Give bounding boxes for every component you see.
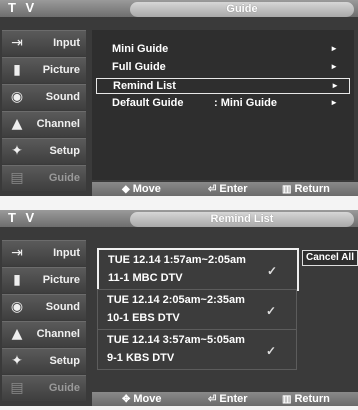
channel-icon: ▲ <box>11 116 23 132</box>
reminder-channel: 11-1 MBC DTV <box>108 272 183 284</box>
sidebar-item-label: Setup <box>49 145 80 157</box>
sidebar-item-label: Setup <box>49 355 80 367</box>
menu-item-remind-list[interactable]: Remind List ► <box>96 78 350 94</box>
guide-icon: ▤ <box>10 380 24 396</box>
menu-item-default-guide[interactable]: Default Guide : Mini Guide ► <box>96 96 348 110</box>
tv-label: T V <box>8 0 38 15</box>
bottom-bar: ◆ Move ⏎ Enter ▥ Return <box>92 182 358 196</box>
tv-label: T V <box>8 210 38 225</box>
sidebar-item-picture[interactable]: ▮ Picture <box>2 57 86 83</box>
enter-label: Enter <box>219 183 248 195</box>
sidebar-item-label: Guide <box>48 382 80 394</box>
sidebar-item-guide[interactable]: ▤ Guide <box>2 165 86 191</box>
remind-list-screen: T V Remind List ⇥ Input ▮ Picture ◉ Soun… <box>0 210 358 406</box>
enter-icon: ⏎ <box>208 393 217 405</box>
reminder-time: TUE 12.14 3:57am~5:05am <box>107 334 245 346</box>
setup-icon: ✦ <box>11 143 23 159</box>
enter-hint: ⏎ Enter <box>208 393 248 405</box>
reminder-time: TUE 12.14 1:57am~2:05am <box>108 254 246 266</box>
reminder-item[interactable]: TUE 12.14 1:57am~2:05am 11-1 MBC DTV ✓ <box>97 248 299 291</box>
sidebar-item-label: Channel <box>36 118 80 130</box>
move-hint: ✥ Move <box>122 393 162 405</box>
sidebar-item-label: Picture <box>42 64 80 76</box>
menu-title: Guide <box>130 2 354 17</box>
return-label: Return <box>294 393 330 405</box>
cancel-all-button[interactable]: Cancel All <box>302 250 358 266</box>
move-icon: ◆ <box>122 183 130 195</box>
sound-icon: ◉ <box>10 299 24 315</box>
sidebar-item-setup[interactable]: ✦ Setup <box>2 348 86 374</box>
sound-icon: ◉ <box>10 89 24 105</box>
sidebar-item-label: Sound <box>45 91 80 103</box>
sidebar-item-channel[interactable]: ▲ Channel <box>2 111 86 137</box>
return-hint: ▥ Return <box>282 393 330 405</box>
menu-item-value: : Mini Guide <box>214 97 277 109</box>
menu-item-label: Full Guide <box>112 61 166 73</box>
menu-item-label: Remind List <box>113 80 176 92</box>
sidebar-item-sound[interactable]: ◉ Sound <box>2 84 86 110</box>
sidebar-item-guide[interactable]: ▤ Guide <box>2 375 86 401</box>
sidebar-item-label: Input <box>53 37 80 49</box>
menu-item-label: Mini Guide <box>112 43 169 55</box>
check-icon: ✓ <box>265 344 276 358</box>
menu-item-mini-guide[interactable]: Mini Guide ► <box>96 42 348 56</box>
bottom-bar: ✥ Move ⏎ Enter ▥ Return <box>92 392 358 406</box>
arrow-right-icon: ► <box>330 44 338 53</box>
reminder-item[interactable]: TUE 12.14 2:05am~2:35am 10-1 EBS DTV ✓ <box>97 289 297 330</box>
top-bar: T V Guide <box>0 0 358 17</box>
return-label: Return <box>294 183 330 195</box>
sidebar-item-label: Sound <box>45 301 80 313</box>
sidebar: ⇥ Input ▮ Picture ◉ Sound ▲ Channel ✦ Se… <box>0 30 86 192</box>
input-icon: ⇥ <box>11 35 23 51</box>
picture-icon: ▮ <box>13 62 21 78</box>
arrow-right-icon: ► <box>331 81 339 90</box>
enter-icon: ⏎ <box>208 183 217 195</box>
reminder-channel: 9-1 KBS DTV <box>107 352 175 364</box>
sidebar-item-label: Channel <box>36 328 80 340</box>
move-label: Move <box>133 393 162 405</box>
menu-item-full-guide[interactable]: Full Guide ► <box>96 60 348 74</box>
move-label: Move <box>132 183 161 195</box>
picture-icon: ▮ <box>13 272 21 288</box>
setup-icon: ✦ <box>11 353 23 369</box>
move-hint: ◆ Move <box>122 183 161 195</box>
reminder-item[interactable]: TUE 12.14 3:57am~5:05am 9-1 KBS DTV ✓ <box>97 329 297 370</box>
top-bar: T V Remind List <box>0 210 358 227</box>
menu-title: Remind List <box>130 212 354 227</box>
return-icon: ▥ <box>282 183 292 195</box>
arrow-right-icon: ► <box>330 98 338 107</box>
move-icon: ✥ <box>122 393 131 405</box>
check-icon: ✓ <box>265 304 276 318</box>
sidebar-item-sound[interactable]: ◉ Sound <box>2 294 86 320</box>
check-icon: ✓ <box>266 264 277 278</box>
sidebar-item-label: Picture <box>42 274 80 286</box>
sidebar-item-input[interactable]: ⇥ Input <box>2 240 86 266</box>
sidebar-item-channel[interactable]: ▲ Channel <box>2 321 86 347</box>
sidebar-item-input[interactable]: ⇥ Input <box>2 30 86 56</box>
menu-item-label: Default Guide <box>112 97 184 109</box>
return-icon: ▥ <box>282 393 292 405</box>
enter-hint: ⏎ Enter <box>208 183 248 195</box>
sidebar-item-label: Guide <box>48 172 80 184</box>
enter-label: Enter <box>219 393 248 405</box>
sidebar-item-picture[interactable]: ▮ Picture <box>2 267 86 293</box>
guide-screen: T V Guide ⇥ Input ▮ Picture ◉ Sound ▲ Ch… <box>0 0 358 196</box>
input-icon: ⇥ <box>11 245 23 261</box>
sidebar-item-setup[interactable]: ✦ Setup <box>2 138 86 164</box>
reminder-channel: 10-1 EBS DTV <box>107 312 180 324</box>
arrow-right-icon: ► <box>330 62 338 71</box>
guide-menu-panel: Mini Guide ► Full Guide ► Remind List ► … <box>92 30 354 180</box>
guide-icon: ▤ <box>10 170 24 186</box>
sidebar-item-label: Input <box>53 247 80 259</box>
channel-icon: ▲ <box>11 326 23 342</box>
sidebar: ⇥ Input ▮ Picture ◉ Sound ▲ Channel ✦ Se… <box>0 240 86 402</box>
reminder-time: TUE 12.14 2:05am~2:35am <box>107 294 245 306</box>
return-hint: ▥ Return <box>282 183 330 195</box>
